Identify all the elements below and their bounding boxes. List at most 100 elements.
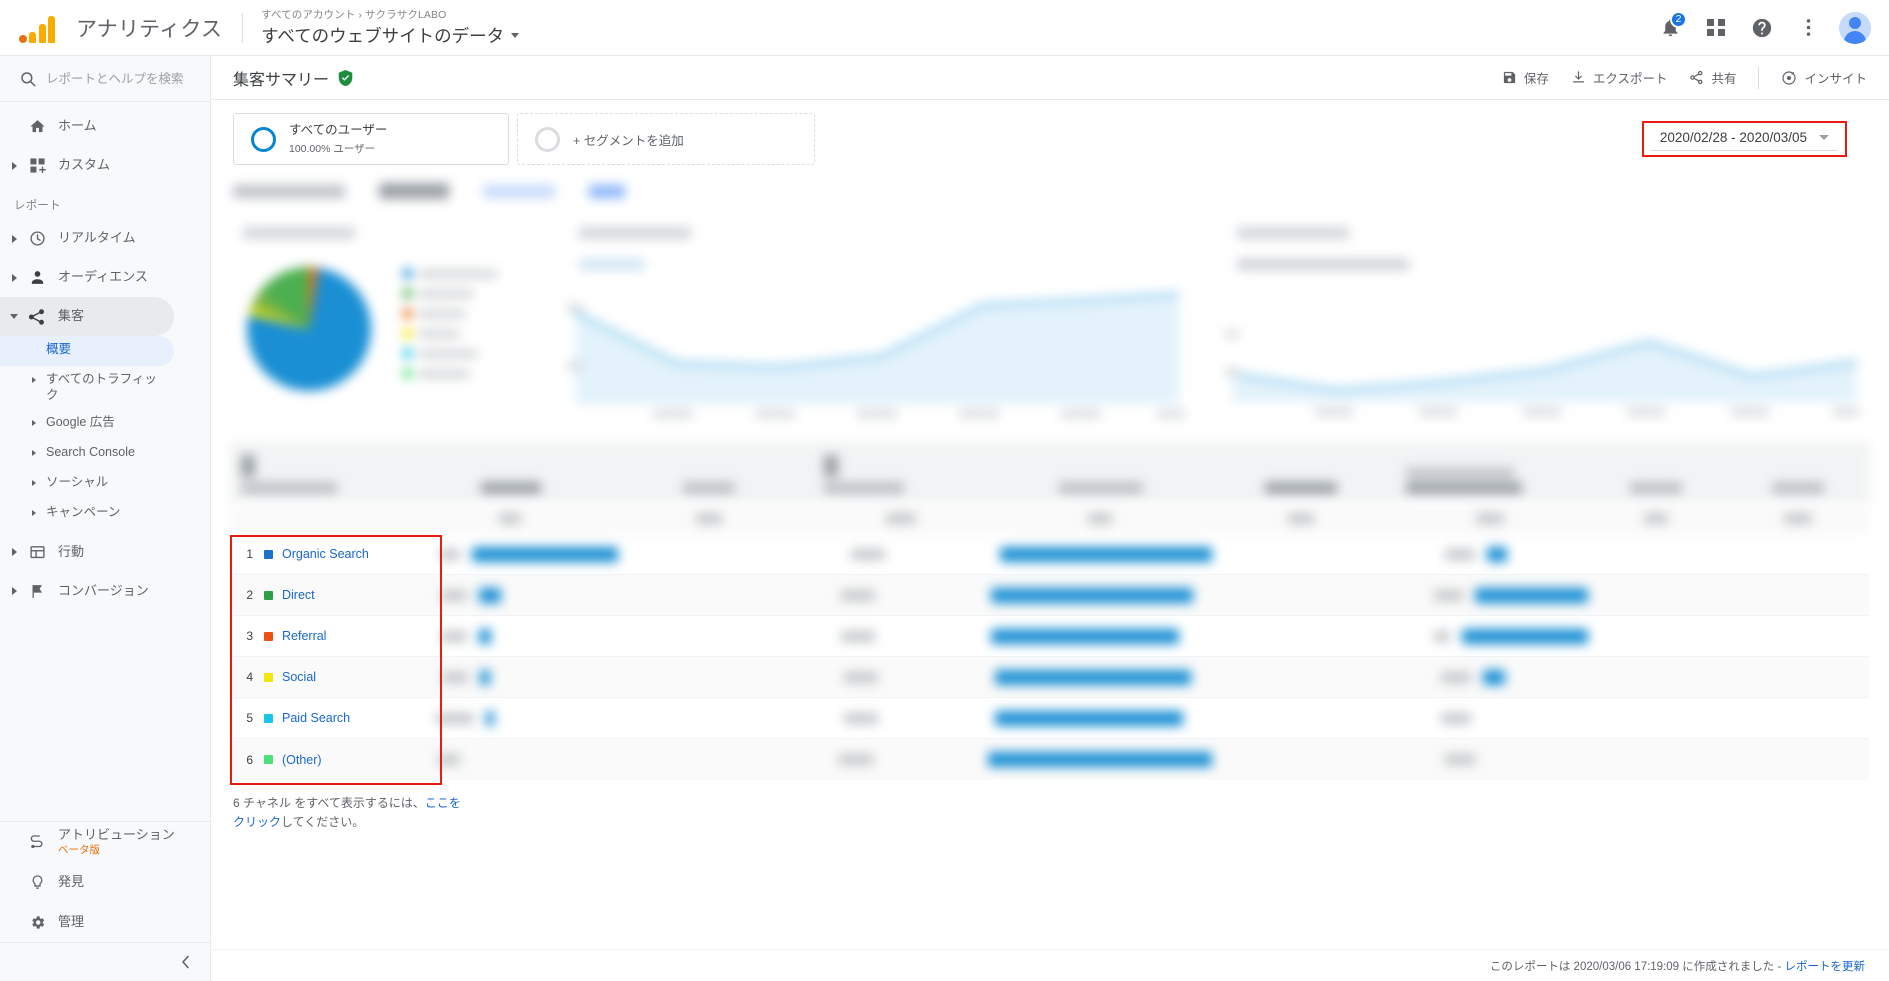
expand-arrow-icon [32, 419, 36, 426]
channel-color-swatch [264, 755, 273, 764]
sidebar-subitem-all-traffic[interactable]: すべてのトラフィック [0, 366, 174, 409]
save-button-label: 保存 [1523, 72, 1549, 86]
sidebar-item-behavior[interactable]: 行動 [0, 533, 174, 572]
sidebar-subitem-label: すべてのトラフィック [46, 372, 157, 403]
help-button[interactable] [1741, 7, 1783, 49]
sidebar-subitem-google-ads[interactable]: Google 広告 [0, 409, 174, 439]
sidebar-subitem-social[interactable]: ソーシャル [0, 469, 174, 499]
channel-name-link[interactable]: (Other) [282, 753, 322, 767]
sidebar-collapse-button[interactable] [0, 943, 210, 981]
sidebar-subitem-label: 概要 [46, 342, 72, 356]
date-range-wrap: 2020/02/28 - 2020/03/05 [1641, 121, 1867, 157]
view-name[interactable]: すべてのウェブサイトのデータ [261, 23, 520, 48]
breadcrumb-separator: › [358, 9, 362, 21]
refresh-report-link[interactable]: レポートを更新 [1785, 958, 1866, 974]
save-icon [1503, 71, 1515, 84]
row-rank: 2 [246, 588, 253, 602]
avatar[interactable] [1839, 11, 1871, 44]
add-segment-label: + セグメントを追加 [573, 133, 684, 148]
channel-name-link[interactable]: Direct [282, 588, 315, 602]
metric-chip [233, 184, 345, 198]
sidebar-item-attribution[interactable]: アトリビューション ベータ版 [0, 822, 210, 862]
save-button[interactable]: 保存 [1502, 68, 1549, 87]
insights-button-label: インサイト [1804, 72, 1867, 86]
sidebar-item-admin[interactable]: 管理 [0, 902, 210, 942]
notifications-button[interactable]: 2 [1649, 7, 1691, 49]
sidebar-item-acquisition[interactable]: 集客 [0, 297, 174, 336]
segment-subtitle: 100.00% ユーザー [289, 142, 376, 155]
note-suffix: してください。 [281, 814, 365, 829]
top-bar: アナリティクス すべてのアカウント › サクラサクLABO すべてのウェブサイトのデ… [0, 0, 1889, 56]
table-row[interactable]: 2 Direct [231, 575, 1869, 616]
charts-row [211, 211, 1889, 426]
table-row[interactable]: 3 Referral [231, 616, 1869, 657]
sidebar-subitem-overview[interactable]: 概要 [0, 336, 174, 366]
insights-button[interactable]: インサイト [1781, 68, 1867, 87]
chart-metric-value [579, 259, 645, 270]
search-input[interactable] [46, 71, 196, 86]
segment-ring-icon [251, 126, 276, 152]
share-button[interactable]: 共有 [1689, 68, 1736, 87]
sidebar-item-audience[interactable]: オーディエンス [0, 258, 174, 297]
sidebar-item-label: 集客 [58, 308, 85, 324]
account-selector[interactable]: すべてのアカウント › サクラサクLABO すべてのウェブサイトのデータ [261, 7, 520, 48]
analytics-app: アナリティクス すべてのアカウント › サクラサクLABO すべてのウェブサイトのデ… [0, 0, 1889, 981]
channel-color-swatch [264, 590, 273, 600]
channel-name-link[interactable]: Organic Search [282, 547, 369, 561]
expand-arrow-icon[interactable] [6, 587, 22, 595]
expand-arrow-icon[interactable] [6, 273, 22, 282]
table-row[interactable]: 5 Paid Search [231, 698, 1869, 739]
sidebar-subitem-campaigns[interactable]: キャンペーン [0, 499, 174, 529]
row-rank: 3 [246, 629, 253, 643]
channel-color-swatch [264, 549, 273, 559]
breadcrumb-account: サクラサクLABO [364, 9, 447, 21]
export-button[interactable]: エクスポート [1571, 68, 1668, 87]
sidebar-item-conversions[interactable]: コンバージョン [0, 572, 174, 611]
insights-icon [1782, 70, 1797, 85]
sidebar-subitem-search-console[interactable]: Search Console [0, 439, 174, 469]
expand-arrow-icon[interactable] [6, 161, 22, 170]
date-range-picker[interactable]: 2020/02/28 - 2020/03/05 [1650, 128, 1838, 151]
segment-placeholder-ring-icon [535, 126, 560, 152]
segment-text: すべてのユーザー 100.00% ユーザー [289, 122, 387, 156]
table-row[interactable]: 1 Organic Search [231, 534, 1869, 575]
sidebar-item-label: ホーム [58, 118, 97, 134]
sidebar-item-home[interactable]: ホーム [0, 107, 174, 146]
row-rank: 6 [246, 752, 253, 767]
table-header-cell [610, 482, 809, 494]
channel-name-link[interactable]: Referral [282, 629, 326, 643]
flag-icon [22, 583, 52, 600]
sidebar-item-realtime[interactable]: リアルタイム [0, 219, 174, 258]
date-range-highlight-box: 2020/02/28 - 2020/03/05 [1641, 121, 1847, 157]
channel-color-swatch [264, 631, 273, 641]
table-row[interactable]: 6 (Other) [231, 739, 1869, 780]
table-header-cell [808, 455, 994, 494]
sidebar-item-label: コンバージョン [58, 582, 149, 598]
segment-bar: すべてのユーザー 100.00% ユーザー + セグメントを追加 2020/02… [211, 100, 1889, 165]
channel-name-link[interactable]: Social [282, 670, 316, 684]
sidebar-item-discover[interactable]: 発見 [0, 862, 210, 902]
collapse-arrow-icon[interactable] [6, 314, 22, 319]
apps-button[interactable] [1695, 7, 1737, 49]
channels-pie-chart [231, 215, 549, 426]
sidebar-search[interactable] [0, 56, 210, 102]
segment-all-users[interactable]: すべてのユーザー 100.00% ユーザー [233, 113, 509, 165]
metric-chip [589, 184, 625, 198]
expand-arrow-icon[interactable] [6, 548, 22, 556]
gear-icon [22, 914, 52, 931]
header-divider [242, 12, 244, 43]
report-header: 集客サマリー 保存 エクスポート 共有 インサイト [211, 56, 1889, 100]
report-generated-text: このレポートは 2020/03/06 17:19:09 に作成されました - [1489, 960, 1782, 973]
table-row[interactable]: 4 Social [231, 657, 1869, 698]
sidebar-item-custom[interactable]: カスタム [0, 146, 174, 185]
expand-arrow-icon[interactable] [6, 234, 22, 243]
add-segment-button[interactable]: + セグメントを追加 [517, 113, 815, 165]
segment-title: すべてのユーザー [289, 123, 388, 138]
more-options-button[interactable] [1787, 7, 1829, 49]
table-subtotal-row [231, 504, 1869, 534]
sidebar-subitem-label: キャンペーン [46, 504, 121, 519]
help-icon [1752, 18, 1772, 37]
table-header-cell [1206, 482, 1395, 494]
export-button-label: エクスポート [1592, 72, 1668, 86]
channel-name-link[interactable]: Paid Search [282, 711, 350, 725]
